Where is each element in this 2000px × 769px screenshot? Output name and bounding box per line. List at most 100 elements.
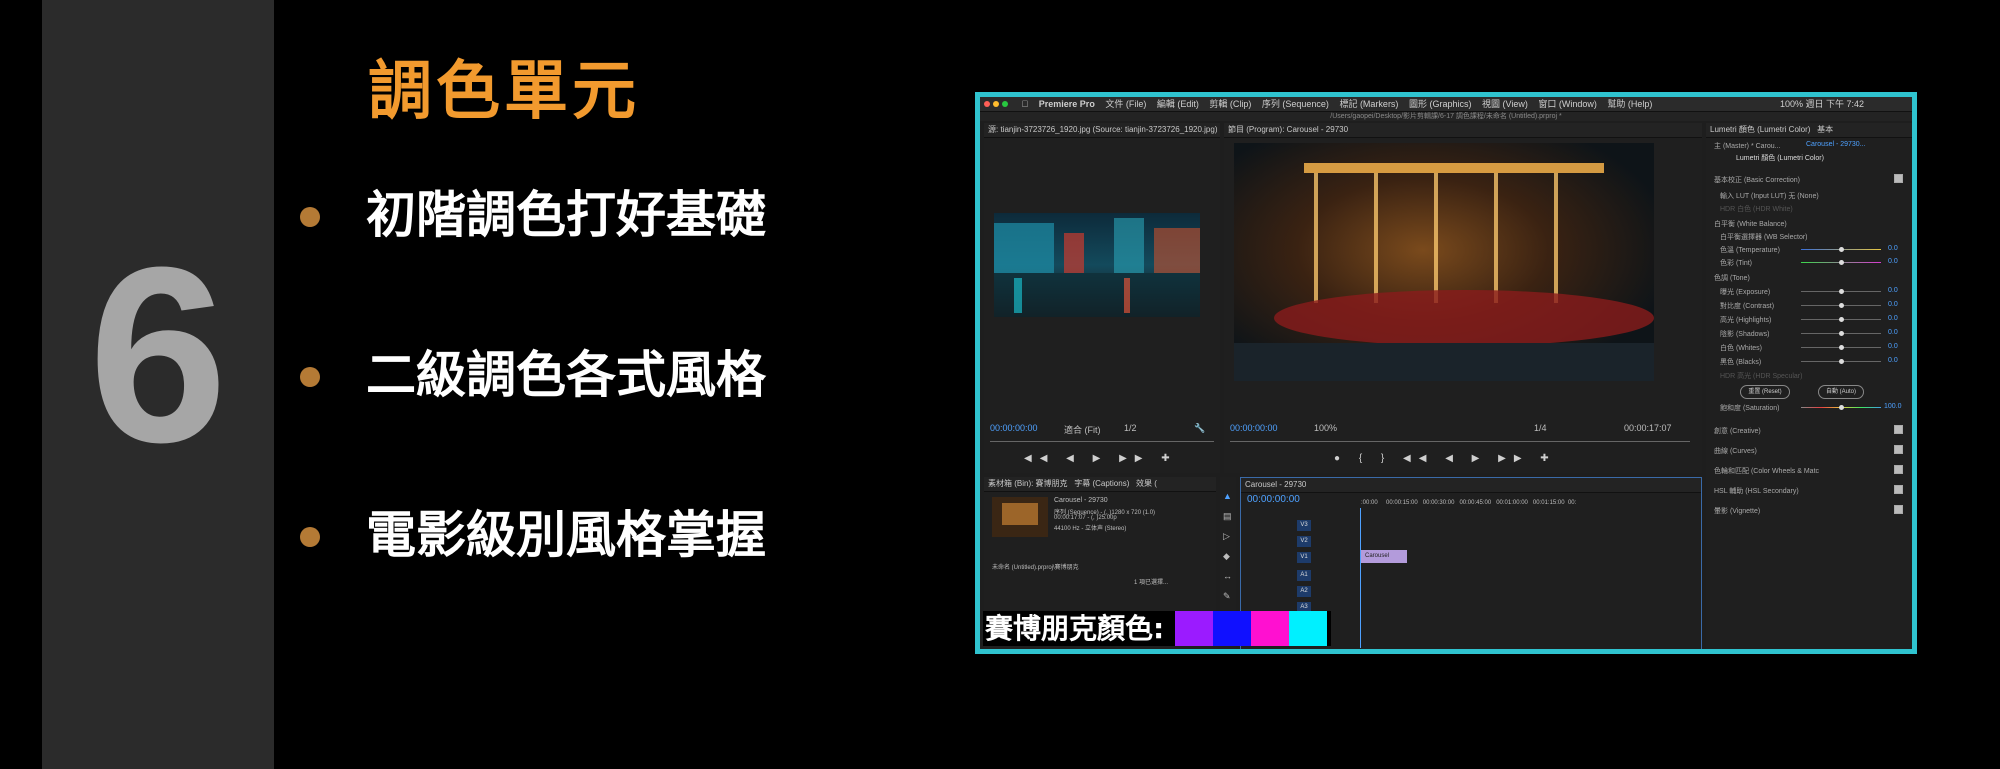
section-curves[interactable]: 曲線 (Curves) — [1714, 446, 1757, 456]
color-swatch-blue — [1213, 611, 1251, 646]
auto-button[interactable]: 自動 (Auto) — [1818, 385, 1864, 399]
source-monitor: 源: tianjin-3723726_1920.jpg (Source: tia… — [984, 123, 1220, 473]
tint-value[interactable]: 0.0 — [1888, 258, 1898, 265]
program-scrubber[interactable] — [1230, 441, 1690, 442]
blacks-knob[interactable] — [1839, 359, 1844, 364]
bullet-item: 電影級別風格掌握 — [300, 500, 860, 570]
contrast-knob[interactable] — [1839, 303, 1844, 308]
timeline-timecode[interactable]: 00:00:00:00 — [1247, 494, 1300, 505]
section-white-balance[interactable]: 白平衡 (White Balance) — [1714, 219, 1787, 229]
highlights-knob[interactable] — [1839, 317, 1844, 322]
exposure-knob[interactable] — [1839, 289, 1844, 294]
tab-captions[interactable]: 字幕 (Captions) — [1074, 479, 1129, 488]
menu-clip[interactable]: 剪輯 (Clip) — [1209, 99, 1251, 109]
exposure-value[interactable]: 0.0 — [1888, 287, 1898, 294]
section-basic-correction[interactable]: 基本校正 (Basic Correction) — [1714, 175, 1800, 185]
source-timecode[interactable]: 00:00:00:00 — [990, 423, 1038, 433]
menu-help[interactable]: 幫助 (Help) — [1607, 99, 1652, 109]
bullet-text: 二級調色各式風格 — [366, 346, 766, 404]
timeline-ruler[interactable]: :00:00 00:00:15:00 00:00:30:00 00:00:45:… — [1361, 500, 1576, 506]
source-transport-controls[interactable]: ◀◀ ◀ ▶ ▶▶ ✚ — [1024, 453, 1178, 464]
clip-info: 44100 Hz - 立体声 (Stereo) — [1054, 526, 1127, 532]
menu-view[interactable]: 視圖 (View) — [1482, 99, 1528, 109]
selection-tool-icon[interactable]: ▲ — [1223, 491, 1232, 501]
bullet-item: 二級調色各式風格 — [300, 340, 860, 410]
program-timecode[interactable]: 00:00:00:00 — [1230, 423, 1278, 433]
section-tone[interactable]: 色調 (Tone) — [1714, 273, 1750, 283]
program-transport-controls[interactable]: ● { } ◀◀ ◀ ▶ ▶▶ ✚ — [1334, 453, 1557, 464]
timeline-title[interactable]: Carousel - 29730 — [1241, 478, 1701, 493]
shadows-knob[interactable] — [1839, 331, 1844, 336]
track-select-tool-icon[interactable]: ▤ — [1223, 511, 1232, 522]
program-zoom-dropdown[interactable]: 100% — [1314, 423, 1337, 433]
menu-graphics[interactable]: 圖形 (Graphics) — [1409, 99, 1472, 109]
input-lut-dropdown[interactable]: 輸入 LUT (Input LUT) 无 (None) — [1720, 191, 1819, 201]
tab-bin[interactable]: 素材箱 (Bin): 賽博朋克 — [988, 479, 1068, 488]
temperature-knob[interactable] — [1839, 247, 1844, 252]
track-a1[interactable]: A1 — [1297, 570, 1311, 581]
highlights-value[interactable]: 0.0 — [1888, 315, 1898, 322]
section-vignette[interactable]: 暈影 (Vignette) — [1714, 506, 1760, 516]
menu-app[interactable]: Premiere Pro — [1039, 99, 1095, 109]
apple-icon[interactable]:  — [1022, 99, 1029, 109]
creative-checkbox[interactable] — [1894, 425, 1903, 434]
color-wheels-checkbox[interactable] — [1894, 465, 1903, 474]
razor-tool-icon[interactable]: ◆ — [1223, 551, 1230, 562]
bullet-text: 電影級別風格掌握 — [366, 506, 766, 564]
contrast-value[interactable]: 0.0 — [1888, 301, 1898, 308]
source-scrubber[interactable] — [990, 441, 1214, 442]
bullet-dot-icon — [300, 527, 320, 547]
source-fit-dropdown[interactable]: 適合 (Fit) — [1064, 423, 1101, 436]
vignette-checkbox[interactable] — [1894, 505, 1903, 514]
slip-tool-icon[interactable]: ↔ — [1223, 571, 1232, 581]
lumetri-tabs: Lumetri 顏色 (Lumetri Color) 基本 — [1706, 123, 1912, 138]
saturation-knob[interactable] — [1839, 405, 1844, 410]
temperature-value[interactable]: 0.0 — [1888, 245, 1898, 252]
lumetri-master-dropdown[interactable]: 主 (Master) * Carou... — [1714, 141, 1781, 151]
section-creative[interactable]: 創意 (Creative) — [1714, 426, 1761, 436]
clip-thumbnail[interactable] — [992, 497, 1048, 537]
track-v1[interactable]: V1 — [1297, 552, 1311, 563]
curves-checkbox[interactable] — [1894, 445, 1903, 454]
menu-markers[interactable]: 標記 (Markers) — [1339, 99, 1398, 109]
shadows-value[interactable]: 0.0 — [1888, 329, 1898, 336]
program-monitor-title[interactable]: 節目 (Program): Carousel - 29730 — [1224, 123, 1702, 138]
exposure-label: 曝光 (Exposure) — [1720, 289, 1771, 296]
tab-effects[interactable]: 效果 ( — [1136, 479, 1157, 488]
menu-sequence[interactable]: 序列 (Sequence) — [1262, 99, 1329, 109]
menu-window[interactable]: 窗口 (Window) — [1538, 99, 1597, 109]
tab-basic[interactable]: 基本 — [1817, 125, 1833, 134]
menu-file[interactable]: 文件 (File) — [1105, 99, 1146, 109]
menu-edit[interactable]: 編輯 (Edit) — [1157, 99, 1199, 109]
hdr-white-label: HDR 白色 (HDR White) — [1720, 206, 1793, 213]
tab-lumetri[interactable]: Lumetri 顏色 (Lumetri Color) — [1710, 125, 1810, 134]
basic-correction-checkbox[interactable] — [1894, 174, 1903, 183]
wrench-icon[interactable]: 🔧 — [1194, 423, 1205, 434]
track-v2[interactable]: V2 — [1297, 536, 1311, 547]
ripple-edit-tool-icon[interactable]: ▷ — [1223, 531, 1230, 542]
hsl-secondary-checkbox[interactable] — [1894, 485, 1903, 494]
program-resolution-dropdown[interactable]: 1/4 — [1534, 423, 1547, 433]
reset-button[interactable]: 重置 (Reset) — [1740, 385, 1790, 399]
pen-tool-icon[interactable]: ✎ — [1223, 591, 1231, 602]
source-monitor-title[interactable]: 源: tianjin-3723726_1920.jpg (Source: tia… — [984, 123, 1220, 138]
saturation-value[interactable]: 100.0 — [1884, 403, 1902, 410]
timeline-clip[interactable]: Carousel — [1361, 550, 1407, 563]
source-resolution-dropdown[interactable]: 1/2 — [1124, 423, 1137, 433]
shadows-label: 陰影 (Shadows) — [1720, 331, 1770, 338]
section-hsl-secondary[interactable]: HSL 輔助 (HSL Secondary) — [1714, 486, 1799, 496]
playhead[interactable] — [1360, 508, 1361, 648]
lumetri-sequence-clip[interactable]: Carousel - 29730... — [1806, 141, 1866, 148]
whites-value[interactable]: 0.0 — [1888, 343, 1898, 350]
color-swatch-cyan — [1289, 611, 1327, 646]
section-color-wheels[interactable]: 色輪和匹配 (Color Wheels & Matc — [1714, 466, 1819, 476]
tint-knob[interactable] — [1839, 260, 1844, 265]
whites-label: 白色 (Whites) — [1720, 345, 1762, 352]
color-swatch-purple — [1175, 611, 1213, 646]
wb-selector[interactable]: 白平衡選擇器 (WB Selector) — [1720, 232, 1808, 242]
window-controls[interactable] — [984, 97, 1011, 111]
whites-knob[interactable] — [1839, 345, 1844, 350]
track-a2[interactable]: A2 — [1297, 586, 1311, 597]
track-v3[interactable]: V3 — [1297, 520, 1311, 531]
blacks-value[interactable]: 0.0 — [1888, 357, 1898, 364]
